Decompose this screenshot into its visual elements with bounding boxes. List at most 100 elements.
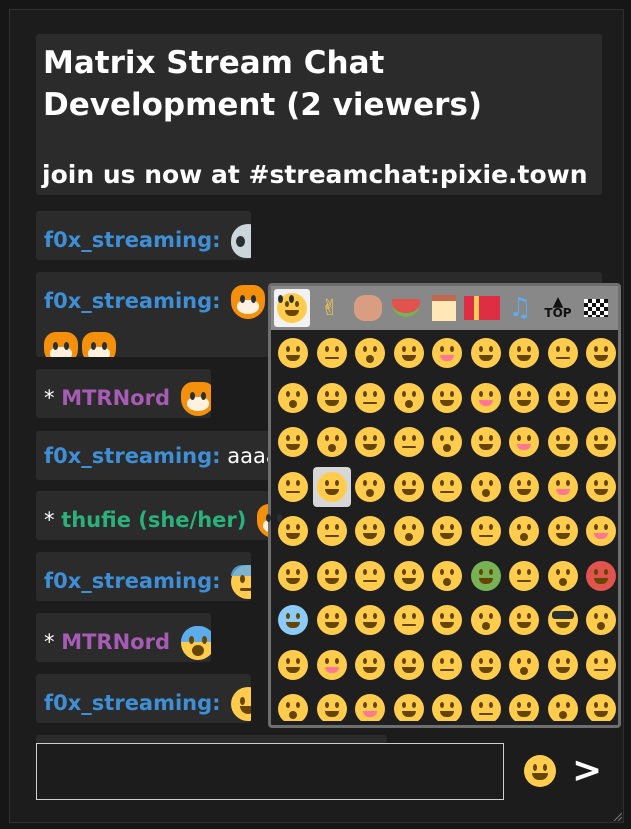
emoji-option[interactable] <box>544 689 582 721</box>
message-username[interactable]: MTRNord <box>61 386 170 410</box>
send-button[interactable]: > <box>572 753 602 789</box>
message-username[interactable]: f0x_streaming: <box>44 228 221 252</box>
emoji-option[interactable] <box>544 467 582 507</box>
tab-symbols[interactable]: ♫ <box>502 289 538 327</box>
emoji-option[interactable] <box>351 645 389 685</box>
emoji-option[interactable] <box>274 600 312 640</box>
emoji-option[interactable] <box>582 556 618 596</box>
emoji-option[interactable] <box>313 333 351 373</box>
emoji-option-selected[interactable] <box>312 466 351 507</box>
emoji-option[interactable] <box>505 333 543 373</box>
emoji-option[interactable] <box>505 645 543 685</box>
tab-top[interactable]: ▲ TOP <box>540 289 576 327</box>
message-username[interactable]: f0x_streaming: <box>44 289 221 313</box>
emoji-option[interactable] <box>467 378 505 418</box>
emoji-option[interactable] <box>467 556 505 596</box>
emoji-option[interactable] <box>351 378 389 418</box>
emoji-option[interactable] <box>505 378 543 418</box>
emoji-option[interactable] <box>428 422 466 462</box>
emoji-option[interactable] <box>505 511 543 551</box>
emoji-option[interactable] <box>390 422 428 462</box>
emoji-option[interactable] <box>505 600 543 640</box>
emoji-option[interactable] <box>582 645 618 685</box>
emoji-option[interactable] <box>351 422 389 462</box>
emoji-option[interactable] <box>274 645 312 685</box>
emoji-option[interactable] <box>428 645 466 685</box>
emoji-option[interactable] <box>544 600 582 640</box>
emoji-option[interactable] <box>313 645 351 685</box>
emoji-option[interactable] <box>313 689 351 721</box>
emoji-option[interactable] <box>582 511 618 551</box>
emoji-option[interactable] <box>467 333 505 373</box>
emoji-option[interactable] <box>544 333 582 373</box>
emoji-option[interactable] <box>505 689 543 721</box>
emoji-option[interactable] <box>274 467 312 507</box>
emoji-option[interactable] <box>582 422 618 462</box>
emoji-option[interactable] <box>544 645 582 685</box>
emoji-option[interactable] <box>274 556 312 596</box>
emoji-option[interactable] <box>428 333 466 373</box>
emoji-option[interactable] <box>351 333 389 373</box>
message-input[interactable] <box>36 743 504 800</box>
resize-handle-icon[interactable] <box>612 811 622 821</box>
message-username[interactable]: f0x_streaming: <box>44 691 221 715</box>
tab-people[interactable]: ✌ <box>312 289 348 327</box>
emoji-option[interactable] <box>428 467 466 507</box>
message-username[interactable]: thufie (she/her) <box>61 508 246 532</box>
emoji-option[interactable] <box>582 378 618 418</box>
tab-flags[interactable] <box>578 289 614 327</box>
emoji-option[interactable] <box>428 378 466 418</box>
emoji-button[interactable] <box>524 755 556 787</box>
emoji-option[interactable] <box>544 422 582 462</box>
emoji-option[interactable] <box>390 378 428 418</box>
emoji-option[interactable] <box>390 333 428 373</box>
emoji-option[interactable] <box>274 422 312 462</box>
emoji-option[interactable] <box>313 378 351 418</box>
emoji-option[interactable] <box>390 511 428 551</box>
emoji-option[interactable] <box>505 556 543 596</box>
emoji-option[interactable] <box>390 600 428 640</box>
emoji-option[interactable] <box>505 422 543 462</box>
emoji-option[interactable] <box>428 556 466 596</box>
emoji-option[interactable] <box>582 600 618 640</box>
emoji-option[interactable] <box>544 378 582 418</box>
emoji-option[interactable] <box>467 467 505 507</box>
emoji-option[interactable] <box>390 556 428 596</box>
emoji-option[interactable] <box>544 511 582 551</box>
tab-places[interactable] <box>426 289 462 327</box>
emoji-option[interactable] <box>313 600 351 640</box>
emoji-option[interactable] <box>351 689 389 721</box>
emoji-option[interactable] <box>582 689 618 721</box>
tab-food[interactable] <box>388 289 424 327</box>
emoji-option[interactable] <box>428 600 466 640</box>
emoji-option[interactable] <box>428 689 466 721</box>
emoji-option[interactable] <box>274 378 312 418</box>
emoji-option[interactable] <box>390 689 428 721</box>
emoji-option[interactable] <box>390 645 428 685</box>
tab-animals[interactable] <box>350 289 386 327</box>
emoji-option[interactable] <box>582 467 618 507</box>
emoji-option[interactable] <box>351 511 389 551</box>
message-username[interactable]: f0x_streaming: <box>44 444 221 468</box>
emoji-option[interactable] <box>467 645 505 685</box>
emoji-option[interactable] <box>582 333 618 373</box>
emoji-option[interactable] <box>274 689 312 721</box>
emoji-option[interactable] <box>313 556 351 596</box>
message-username[interactable]: MTRNord <box>61 630 170 654</box>
message-username[interactable]: f0x_streaming: <box>44 569 221 593</box>
emoji-option[interactable] <box>390 467 428 507</box>
emoji-option[interactable] <box>351 467 389 507</box>
emoji-option[interactable] <box>313 422 351 462</box>
emoji-option[interactable] <box>467 689 505 721</box>
emoji-option[interactable] <box>274 333 312 373</box>
emoji-option[interactable] <box>544 556 582 596</box>
emoji-option[interactable] <box>467 600 505 640</box>
emoji-option[interactable] <box>351 600 389 640</box>
emoji-option[interactable] <box>313 511 351 551</box>
emoji-option[interactable] <box>428 511 466 551</box>
emoji-option[interactable] <box>467 511 505 551</box>
emoji-option[interactable] <box>505 467 543 507</box>
tab-objects[interactable] <box>464 289 500 327</box>
emoji-option[interactable] <box>467 422 505 462</box>
emoji-option[interactable] <box>351 556 389 596</box>
